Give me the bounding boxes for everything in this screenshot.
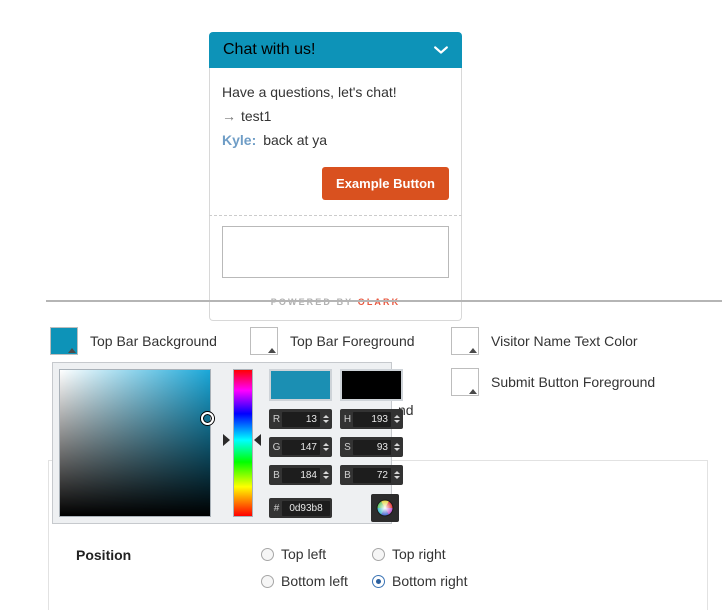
swatch-label: Submit Button Foreground	[491, 374, 656, 390]
chevron-down-icon[interactable]	[434, 45, 448, 55]
chat-widget-preview: Chat with us! Have a questions, let's ch…	[209, 32, 462, 321]
spinner-icon[interactable]	[322, 471, 330, 479]
field-s[interactable]: S 93	[340, 437, 403, 457]
chat-button-row: Example Button	[222, 167, 449, 200]
example-button[interactable]: Example Button	[322, 167, 449, 200]
chat-message-input[interactable]	[222, 226, 449, 278]
color-wheel-icon[interactable]	[371, 494, 399, 522]
field-b-rgb[interactable]: B 184	[269, 465, 332, 485]
hex-label: #	[273, 502, 280, 514]
hue-slider-group[interactable]	[223, 369, 261, 517]
sv-cursor-icon[interactable]	[201, 412, 214, 425]
rgb-column: R 13 G 147 B 184	[269, 409, 332, 485]
color-picker-popup[interactable]: R 13 G 147 B 184 H 193 S 93 B 72 # 0d93b…	[52, 362, 403, 524]
radio-option-bottom-left[interactable]: Bottom left	[261, 573, 348, 589]
radio-option-top-left[interactable]: Top left	[261, 546, 326, 562]
chat-message-text: back at ya	[263, 132, 328, 148]
chat-message-row: → test1	[222, 106, 449, 127]
swatch-caret-icon	[469, 348, 477, 353]
swatch-caret-icon	[68, 348, 76, 353]
color-preview-new[interactable]	[269, 369, 332, 401]
chat-message-row: Kyle: back at ya	[222, 130, 449, 151]
spinner-icon[interactable]	[393, 443, 401, 451]
field-value[interactable]: 147	[282, 439, 320, 455]
chat-input-area	[209, 216, 462, 283]
radio-option-bottom-right[interactable]: Bottom right	[372, 573, 467, 589]
swatch-label: Visitor Name Text Color	[491, 333, 638, 349]
position-label: Position	[76, 547, 132, 563]
color-swatch-submit-button-foreground[interactable]	[451, 368, 479, 396]
hue-marker-icon	[254, 434, 261, 446]
swatch-caret-icon	[469, 389, 477, 394]
powered-by-prefix: POWERED BY	[270, 297, 354, 307]
radio-label: Top right	[392, 546, 446, 562]
field-b-brightness[interactable]: B 72	[340, 465, 403, 485]
field-label: B	[344, 469, 351, 481]
radio-bottom-left[interactable]	[261, 574, 274, 588]
color-fields: R 13 G 147 B 184 H 193 S 93 B 72 # 0d93b…	[269, 369, 403, 522]
field-label: H	[343, 413, 352, 425]
field-label: B	[273, 469, 280, 481]
spinner-icon[interactable]	[393, 471, 401, 479]
field-value[interactable]: 93	[353, 439, 391, 455]
saturation-value-field[interactable]	[59, 369, 214, 517]
field-value[interactable]: 72	[353, 467, 391, 483]
field-label: S	[344, 441, 351, 453]
field-g[interactable]: G 147	[269, 437, 332, 457]
olark-brand: OLARK	[357, 297, 401, 307]
chat-message-author: Kyle:	[222, 132, 257, 148]
chat-transcript: Have a questions, let's chat! → test1 Kyl…	[209, 68, 462, 216]
chat-greeting: Have a questions, let's chat!	[222, 84, 397, 100]
outgoing-arrow-icon: →	[222, 108, 236, 124]
swatch-row-submit-button-foreground[interactable]: Submit Button Foreground	[451, 368, 655, 396]
field-h[interactable]: H 193	[340, 409, 403, 429]
swatch-caret-icon	[268, 348, 276, 353]
swatch-label: Top Bar Foreground	[290, 333, 415, 349]
swatch-row-visitor-name-text-color[interactable]: Visitor Name Text Color	[451, 327, 638, 355]
swatch-label: Top Bar Background	[90, 333, 217, 349]
color-swatch-visitor-name-text-color[interactable]	[451, 327, 479, 355]
radio-bottom-right[interactable]	[372, 574, 385, 588]
color-preview-row	[269, 369, 403, 401]
radio-label: Bottom left	[281, 573, 348, 589]
hue-marker-icon	[223, 434, 230, 446]
field-value[interactable]: 184	[282, 467, 320, 483]
field-value[interactable]: 13	[282, 411, 320, 427]
radio-option-top-right[interactable]: Top right	[372, 546, 446, 562]
spinner-icon[interactable]	[393, 415, 401, 423]
hsb-column: H 193 S 93 B 72	[340, 409, 403, 485]
field-hex[interactable]: # 0d93b8	[269, 498, 332, 518]
radio-top-left[interactable]	[261, 547, 274, 561]
color-preview-previous[interactable]	[340, 369, 403, 401]
color-swatch-top-bar-background[interactable]	[50, 327, 78, 355]
spinner-icon[interactable]	[322, 415, 330, 423]
color-number-grid: R 13 G 147 B 184 H 193 S 93 B 72	[269, 409, 403, 485]
chat-message-text: test1	[241, 108, 272, 124]
field-label: R	[272, 413, 281, 425]
field-value[interactable]: 193	[353, 411, 391, 427]
chat-widget-footer: POWERED BY OLARK	[209, 283, 462, 321]
radio-label: Top left	[281, 546, 327, 562]
radio-label: Bottom right	[392, 573, 468, 589]
spinner-icon[interactable]	[322, 443, 330, 451]
section-divider	[46, 300, 722, 302]
swatch-row-top-bar-foreground[interactable]: Top Bar Foreground	[250, 327, 415, 355]
field-label: G	[272, 441, 281, 453]
color-swatch-top-bar-foreground[interactable]	[250, 327, 278, 355]
radio-top-right[interactable]	[372, 547, 385, 561]
field-r[interactable]: R 13	[269, 409, 332, 429]
hex-value[interactable]: 0d93b8	[282, 500, 330, 516]
swatch-row-top-bar-background[interactable]: Top Bar Background	[50, 327, 217, 355]
hue-slider[interactable]	[233, 369, 253, 517]
chat-widget-title: Chat with us!	[223, 41, 316, 58]
hex-row: # 0d93b8	[269, 494, 403, 522]
chat-widget-header[interactable]: Chat with us!	[209, 32, 462, 68]
powered-by-text: POWERED BY OLARK	[271, 297, 400, 307]
